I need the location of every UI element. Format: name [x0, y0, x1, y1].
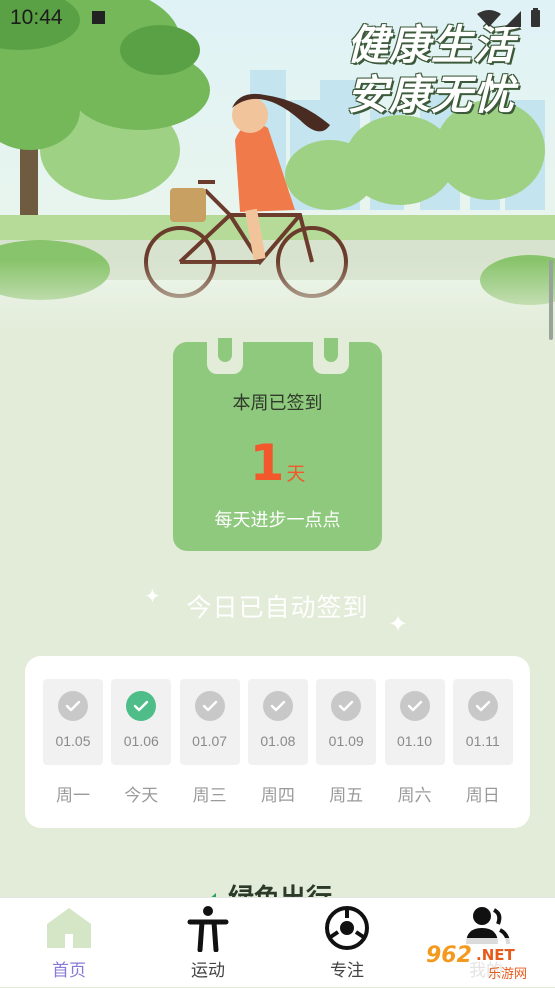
day-date: 01.07	[192, 733, 228, 749]
nav-sport[interactable]: 运动	[139, 898, 277, 987]
status-time: 10:44	[10, 6, 63, 29]
day-name: 周四	[260, 786, 295, 806]
day-tile[interactable]: 01.06 今天	[111, 679, 172, 806]
checkin-slogan: 每天进步一点点	[214, 510, 341, 531]
day-name: 周日	[465, 786, 500, 806]
signal-icon	[505, 11, 521, 27]
checkin-count-row: 1天	[173, 434, 382, 492]
status-bar: 10:44	[0, 0, 555, 36]
day-box: 01.05	[43, 679, 103, 765]
home-icon	[47, 908, 91, 948]
auto-checkin-text: 今日已自动签到	[186, 593, 369, 622]
day-tile[interactable]: 01.11 周日	[452, 679, 513, 806]
day-tile[interactable]: 01.08 周四	[247, 679, 308, 806]
running-person-icon	[187, 906, 229, 952]
focus-target-icon	[325, 906, 369, 950]
checkin-count: 1	[249, 434, 285, 492]
calendar-ring-icon	[313, 338, 349, 374]
day-tile[interactable]: 01.07 周三	[179, 679, 240, 806]
day-box: 01.06	[111, 679, 172, 765]
notification-icon	[92, 11, 105, 24]
svg-text:乐游网: 乐游网	[488, 967, 527, 982]
day-box: 01.07	[179, 679, 240, 765]
day-date: 01.09	[328, 733, 364, 749]
check-icon	[399, 691, 430, 721]
day-tile[interactable]: 01.10 周六	[384, 679, 445, 806]
day-box: 01.09	[316, 679, 377, 765]
nav-home[interactable]: 首页	[0, 898, 138, 987]
check-icon	[262, 691, 293, 721]
svg-text:962: 962	[426, 943, 472, 968]
week-checkin-panel: 01.05 周一 01.06 今天 01.07 周三 01.08 周四 01.09 周五 01.10…	[25, 656, 530, 828]
status-icons	[475, 8, 545, 32]
check-icon	[467, 691, 498, 721]
hero-banner: 健康生活 安康无忧	[0, 0, 555, 330]
day-tile[interactable]: 01.05 周一	[43, 679, 103, 806]
svg-text:.NET: .NET	[476, 946, 515, 964]
day-date: 01.08	[260, 733, 296, 749]
day-date: 01.11	[465, 733, 500, 749]
day-name: 今天	[124, 786, 159, 806]
battery-icon	[531, 10, 540, 27]
watermark-logo: 962 .NET 乐游网	[418, 936, 552, 984]
nav-focus[interactable]: 专注	[278, 898, 416, 987]
day-box: 01.08	[247, 679, 308, 765]
check-icon	[331, 691, 362, 721]
wifi-icon	[477, 10, 501, 27]
calendar-ring-icon	[207, 338, 243, 374]
day-name: 周一	[56, 786, 90, 806]
day-name: 周六	[397, 786, 432, 806]
nav-home-label: 首页	[52, 961, 86, 981]
day-date: 01.06	[123, 733, 159, 749]
sparkle-icon: ✦	[388, 610, 409, 638]
day-date: 01.05	[55, 733, 91, 749]
day-box: 01.10	[384, 679, 445, 765]
nav-sport-label: 运动	[191, 961, 225, 981]
day-box: 01.11	[452, 679, 513, 765]
day-name: 周五	[329, 786, 364, 806]
weekly-checkin-card: 本周已签到 1天 每天进步一点点	[173, 338, 382, 551]
day-date: 01.10	[396, 733, 433, 749]
check-icon	[194, 691, 225, 721]
scrollbar[interactable]	[549, 260, 553, 340]
day-tile[interactable]: 01.09 周五	[316, 679, 377, 806]
day-name: 周三	[192, 786, 227, 806]
checkin-label: 本周已签到	[232, 393, 323, 414]
hero-title-line2: 安康无忧	[347, 71, 515, 119]
nav-focus-label: 专注	[330, 961, 364, 981]
check-icon	[58, 691, 88, 721]
check-icon	[126, 691, 157, 721]
checkin-unit: 天	[286, 463, 306, 485]
